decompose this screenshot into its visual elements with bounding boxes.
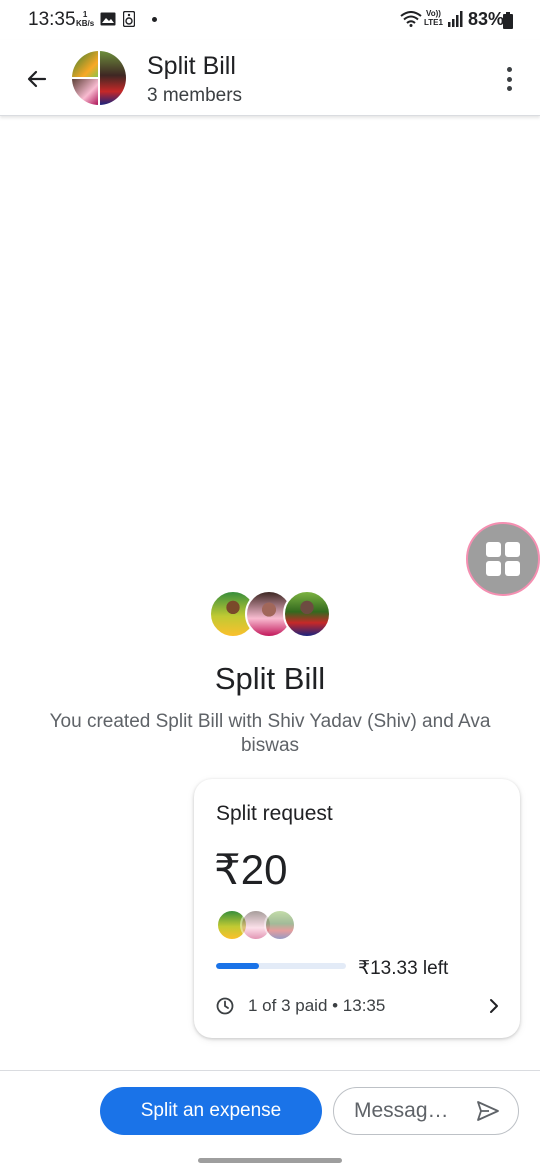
avatar (283, 590, 331, 638)
more-options-button[interactable] (496, 64, 522, 94)
member-count[interactable]: 3 members (147, 85, 242, 107)
signal-icon (448, 11, 463, 27)
split-amount: ₹20 (214, 846, 288, 893)
chevron-right-icon (490, 999, 498, 1013)
back-button[interactable] (20, 62, 54, 96)
speaker-icon (123, 11, 135, 27)
volte-indicator: Vo)) LTE1 (424, 9, 443, 27)
group-avatar[interactable] (72, 51, 126, 105)
progress-fill (216, 963, 260, 969)
avatar (264, 909, 296, 941)
more-vert-icon (506, 67, 512, 72)
app-bar: Split Bill 3 members (0, 40, 540, 116)
member-avatars (209, 590, 333, 638)
apps-grid-icon (486, 542, 520, 576)
page-title[interactable]: Split Bill (147, 52, 236, 81)
message-input[interactable]: Messag… (333, 1087, 519, 1135)
bottom-divider (0, 1070, 540, 1071)
split-expense-button[interactable]: Split an expense (100, 1087, 322, 1135)
remaining-amount: ₹13.33 left (358, 958, 449, 979)
message-placeholder: Messag… (354, 1099, 449, 1122)
card-title: Split request (216, 802, 333, 825)
paid-status-row[interactable]: 1 of 3 paid • 13:35 (216, 995, 500, 1017)
wifi-icon (400, 11, 422, 27)
floating-apps-bubble[interactable] (466, 522, 540, 596)
battery-icon (503, 12, 513, 29)
clock-icon (216, 997, 234, 1015)
paid-status: 1 of 3 paid • 13:35 (248, 996, 386, 1015)
payer-avatars (216, 909, 306, 943)
member-photo (72, 51, 98, 77)
network-speed: 1 KB/s (76, 10, 95, 28)
back-arrow-icon (27, 70, 47, 88)
send-icon[interactable] (476, 1100, 500, 1122)
member-photo (72, 79, 98, 105)
payment-progress-bar (216, 963, 346, 969)
battery-level: 83% (468, 9, 505, 29)
gallery-icon (100, 12, 116, 26)
group-name: Split Bill (214, 661, 326, 696)
notification-dot-icon (152, 17, 157, 22)
home-indicator[interactable] (198, 1158, 342, 1163)
status-bar: 13:35 1 KB/s Vo)) LTE1 83% (0, 0, 540, 40)
split-request-card[interactable]: Split request ₹20 ₹13.33 left 1 of 3 pai… (194, 779, 520, 1038)
group-description: You created Split Bill with Shiv Yadav (… (49, 711, 491, 756)
status-time: 13:35 (28, 9, 76, 30)
member-photo (100, 51, 126, 105)
